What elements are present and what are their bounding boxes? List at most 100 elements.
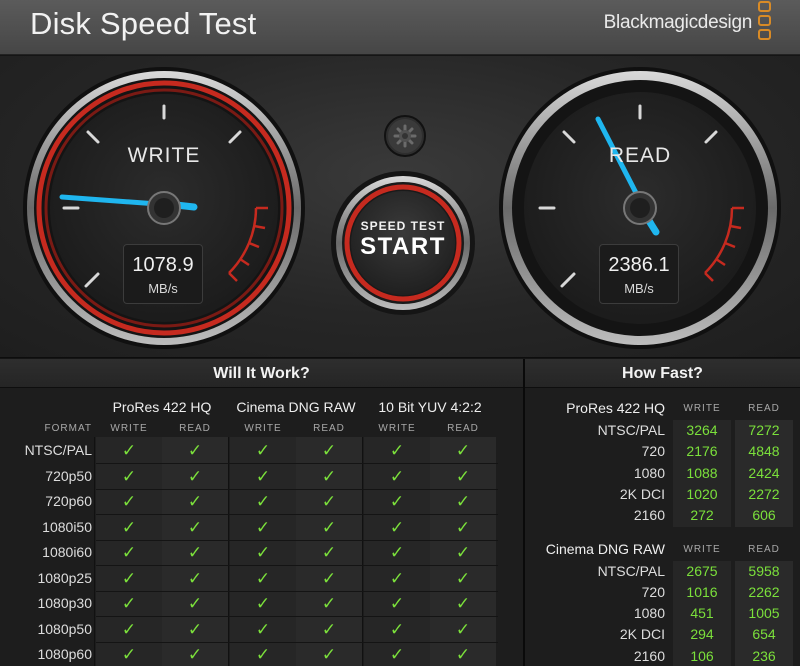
- check-icon: ✓: [187, 594, 203, 613]
- check-icon: ✓: [187, 619, 203, 639]
- check-icon: ✓: [121, 568, 137, 588]
- format-row: 1080p50 ✓ ✓ ✓ ✓ ✓ ✓: [0, 617, 523, 642]
- speed-section-title: ProRes 422 HQ: [566, 400, 665, 416]
- format-row: 1080i50 ✓ ✓ ✓ ✓ ✓ ✓: [0, 515, 523, 540]
- check-icon: ✓: [455, 517, 471, 537]
- check-icon: ✓: [187, 466, 203, 486]
- speed-row: 1080 451 1005: [525, 603, 800, 624]
- write-fps-value: 1088: [686, 464, 718, 481]
- check-icon: ✓: [121, 619, 137, 639]
- check-icon: ✓: [455, 543, 471, 562]
- format-label: 1080i60: [42, 544, 92, 560]
- check-icon: ✓: [455, 594, 471, 613]
- check-icon: ✓: [321, 645, 337, 664]
- check-icon: ✓: [187, 517, 203, 537]
- settings-button[interactable]: [386, 118, 424, 156]
- format-label: 1080i50: [42, 518, 92, 535]
- check-icon: ✓: [121, 492, 137, 511]
- read-fps-value: 236: [752, 647, 776, 664]
- check-icon: ✓: [389, 619, 405, 639]
- check-icon: ✓: [255, 492, 271, 511]
- check-icon: ✓: [255, 645, 271, 664]
- check-icon: ✓: [389, 645, 405, 664]
- format-row: 1080p30 ✓ ✓ ✓ ✓ ✓ ✓: [0, 591, 523, 616]
- write-fps-value: 1016: [686, 583, 718, 600]
- read-fps-value: 7272: [748, 422, 780, 438]
- resolution-label: 1080: [633, 464, 665, 481]
- read-speed-value: 2386.1: [608, 254, 670, 276]
- speed-row: 1080 1088 2424: [525, 463, 800, 484]
- will-it-work-header: Will It Work?: [0, 359, 523, 388]
- format-label: 720p60: [45, 493, 92, 509]
- title-bar: Disk Speed Test Blackmagicdesign: [0, 0, 800, 55]
- check-icon: ✓: [455, 441, 471, 460]
- check-icon: ✓: [455, 568, 471, 588]
- check-icon: ✓: [389, 543, 405, 562]
- format-label: NTSC/PAL: [24, 442, 92, 458]
- check-icon: ✓: [255, 517, 271, 537]
- check-icon: ✓: [321, 492, 337, 511]
- format-row: 1080i60 ✓ ✓ ✓ ✓ ✓ ✓: [0, 540, 523, 565]
- read-fps-value: 654: [752, 626, 776, 643]
- write-fps-value: 2675: [686, 562, 718, 579]
- write-fps-value: 451: [690, 605, 714, 622]
- read-gauge-title: READ: [608, 144, 672, 167]
- format-label: 1080p50: [37, 620, 92, 637]
- write-column-header: WRITE: [683, 403, 721, 414]
- write-fps-value: 3264: [686, 422, 718, 438]
- check-icon: ✓: [121, 517, 137, 537]
- read-column-header: READ: [179, 423, 211, 434]
- speed-row: 2160 272 606: [525, 505, 800, 526]
- read-gauge: [499, 67, 781, 349]
- write-speed-value: 1078.9: [132, 254, 194, 276]
- read-fps-value: 1005: [748, 605, 780, 622]
- check-icon: ✓: [321, 568, 337, 588]
- read-column-header: READ: [313, 423, 345, 434]
- write-gauge-title: WRITE: [127, 144, 201, 167]
- check-icon: ✓: [187, 492, 203, 511]
- check-icon: ✓: [321, 466, 337, 486]
- check-icon: ✓: [121, 645, 137, 664]
- resolution-label: 1080: [633, 605, 665, 622]
- check-icon: ✓: [121, 441, 137, 460]
- write-speed-unit: MB/s: [148, 281, 178, 296]
- check-icon: ✓: [389, 441, 405, 460]
- read-column-header: READ: [447, 423, 479, 434]
- resolution-label: 2K DCI: [619, 485, 665, 502]
- read-column-header: READ: [748, 543, 780, 555]
- start-button-label: START: [360, 233, 446, 260]
- format-label: 720p50: [45, 467, 92, 484]
- format-row: 1080p60 ✓ ✓ ✓ ✓ ✓ ✓: [0, 642, 523, 666]
- read-fps-value: 4848: [748, 443, 780, 460]
- check-icon: ✓: [321, 441, 337, 460]
- codec-header: ProRes 422 HQ: [112, 399, 212, 415]
- check-icon: ✓: [389, 594, 405, 613]
- check-icon: ✓: [455, 645, 471, 664]
- check-icon: ✓: [255, 466, 271, 486]
- brand-logo-icon: [758, 1, 772, 41]
- format-row: NTSC/PAL ✓ ✓ ✓ ✓ ✓ ✓: [0, 438, 523, 463]
- codec-header: 10 Bit YUV 4:2:2: [378, 399, 482, 415]
- check-icon: ✓: [121, 594, 137, 613]
- speed-row: 2K DCI 1020 2272: [525, 484, 800, 505]
- write-gauge: [23, 67, 305, 349]
- how-fast-header: How Fast?: [525, 359, 800, 388]
- read-fps-value: 2272: [748, 485, 780, 502]
- format-row: 1080p25 ✓ ✓ ✓ ✓ ✓ ✓: [0, 566, 523, 591]
- read-speed-unit: MB/s: [624, 281, 654, 296]
- check-icon: ✓: [255, 441, 271, 460]
- resolution-label: NTSC/PAL: [597, 562, 665, 579]
- resolution-label: 720: [641, 443, 665, 460]
- check-icon: ✓: [255, 543, 271, 562]
- resolution-label: NTSC/PAL: [597, 422, 665, 438]
- gauge-panel: WRITE 1078.9 MB/s READ 2386.1 MB/s SPEED…: [0, 56, 800, 358]
- speed-section-title: Cinema DNG RAW: [545, 540, 665, 557]
- check-icon: ✓: [321, 594, 337, 613]
- speed-row: 2K DCI 294 654: [525, 624, 800, 645]
- check-icon: ✓: [121, 466, 137, 486]
- check-icon: ✓: [321, 543, 337, 562]
- write-fps-value: 272: [690, 507, 714, 524]
- write-column-header: WRITE: [110, 423, 148, 434]
- read-column-header: READ: [748, 403, 780, 414]
- check-icon: ✓: [455, 466, 471, 486]
